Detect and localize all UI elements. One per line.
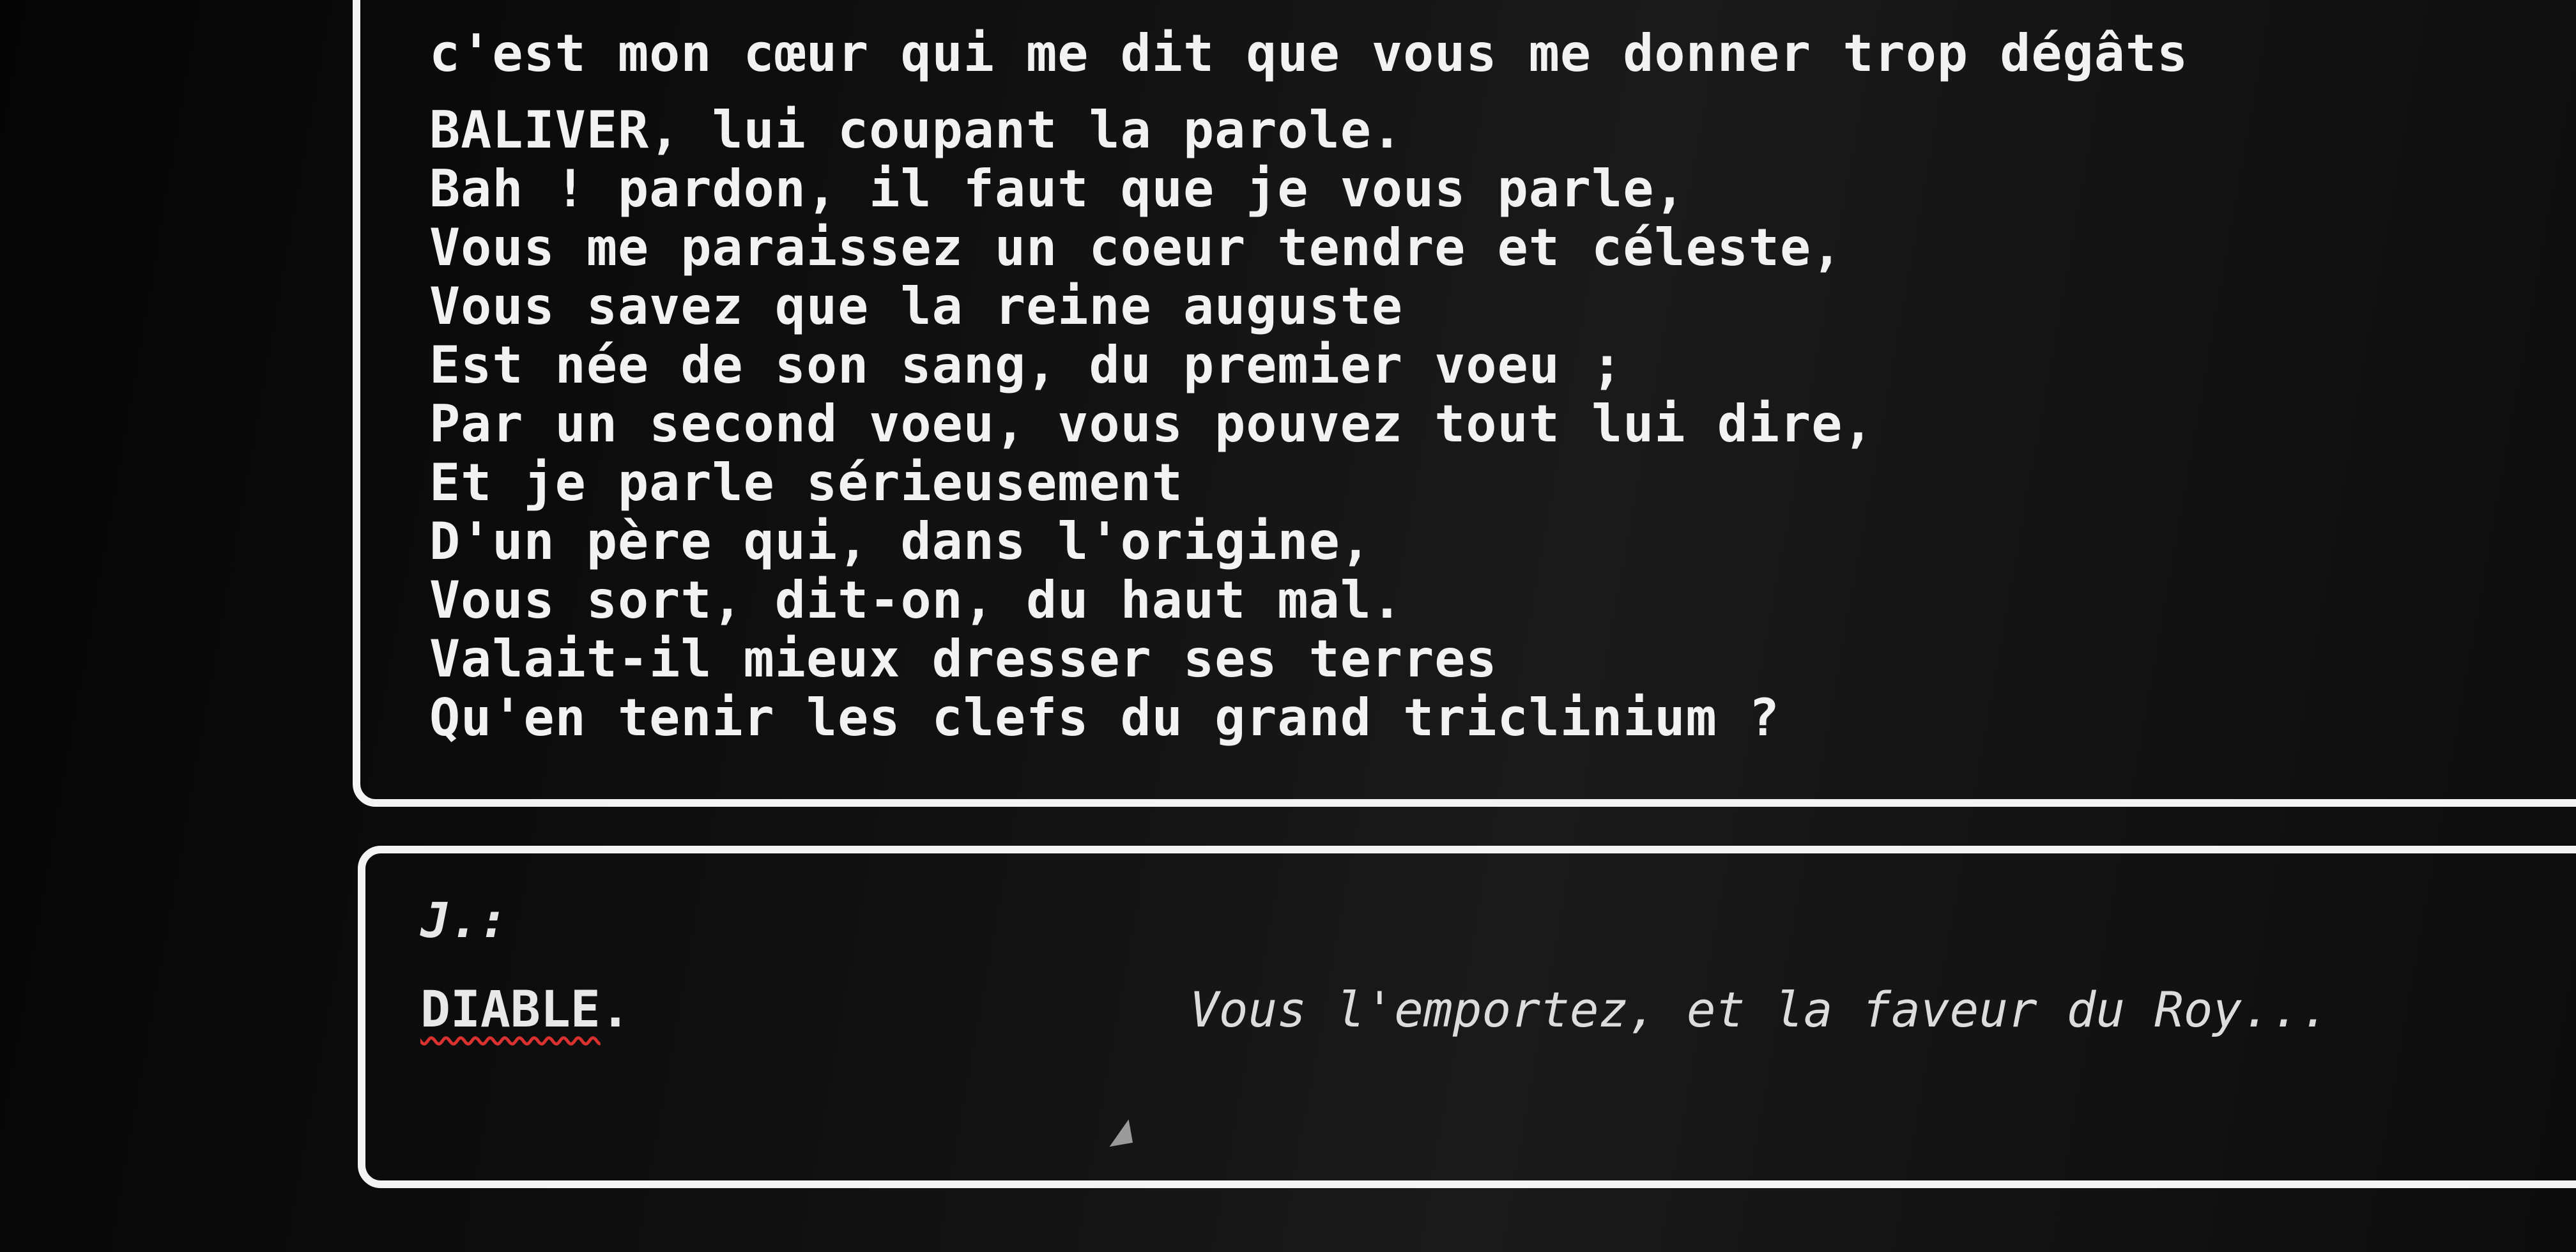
output-line: Est née de son sang, du premier voeu ; bbox=[429, 335, 1623, 395]
output-line: Bah ! pardon, il faut que je vous parle, bbox=[429, 159, 1686, 218]
output-line: Qu'en tenir les clefs du grand tricliniu… bbox=[429, 688, 1781, 747]
speaker-suffix: . bbox=[600, 981, 631, 1039]
output-line: Et je parle sérieusement bbox=[429, 453, 1183, 512]
output-line: Par un second voeu, vous pouvez tout lui… bbox=[429, 394, 1874, 454]
output-text-lines: c'est mon cœur qui me dit que vous me do… bbox=[429, 24, 2188, 747]
input-text[interactable]: Vous l'emportez, et la faveur du Roy... bbox=[1190, 981, 2329, 1038]
speaker-line: DIABLE. bbox=[420, 981, 631, 1039]
output-line: c'est mon cœur qui me dit que vous me do… bbox=[429, 24, 2189, 83]
output-line: D'un père qui, dans l'origine, bbox=[429, 512, 1372, 571]
resize-grip-icon[interactable]: ◢ bbox=[1103, 1104, 1134, 1154]
output-line: Vous me paraissez un coeur tendre et cél… bbox=[429, 218, 1843, 277]
text-input-area[interactable]: J.: DIABLE. Vous l'emportez, et la faveu… bbox=[358, 846, 2576, 1188]
speaker-name: DIABLE bbox=[420, 981, 601, 1039]
output-line: Vous sort, dit-on, du haut mal. bbox=[429, 570, 1404, 630]
output-line: BALIVER, lui coupant la parole. bbox=[429, 100, 1404, 160]
prompt-label: J.: bbox=[420, 892, 509, 949]
output-panel: c'est mon cœur qui me dit que vous me do… bbox=[353, 0, 2576, 807]
output-line: Valait-il mieux dresser ses terres bbox=[429, 629, 1498, 689]
output-line: Vous savez que la reine auguste bbox=[429, 277, 1404, 336]
